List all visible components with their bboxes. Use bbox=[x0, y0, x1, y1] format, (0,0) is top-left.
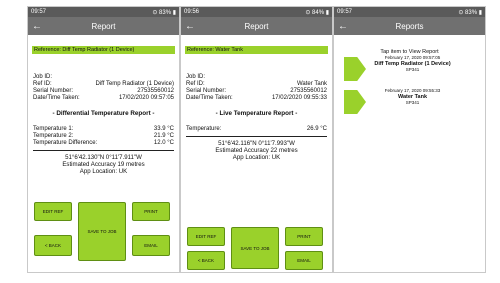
temp-label: Temperature 2: bbox=[33, 133, 74, 139]
edit-ref-button[interactable]: EDIT REF bbox=[34, 202, 72, 221]
back-arrow-icon[interactable]: ← bbox=[30, 21, 44, 32]
temp-value: 26.9 °C bbox=[306, 126, 327, 132]
field-value: Water Tank bbox=[296, 81, 327, 87]
temp-label: Temperature 1: bbox=[33, 126, 74, 132]
field-row: Ref ID: Water Tank bbox=[186, 81, 327, 88]
save-to-job-button[interactable]: SAVE TO JOB bbox=[78, 202, 126, 261]
page-title: Report bbox=[244, 21, 269, 31]
field-row: Serial Number: 27535560012 bbox=[186, 88, 327, 95]
field-label: Serial Number: bbox=[33, 88, 74, 94]
email-button[interactable]: EMAIL bbox=[285, 251, 323, 270]
email-button[interactable]: EMAIL bbox=[132, 235, 170, 256]
report-code: SP341 bbox=[405, 100, 420, 105]
print-button[interactable]: PRINT bbox=[285, 227, 323, 246]
status-bar: 09:57 ⊙ 83% ▮ bbox=[334, 7, 485, 17]
temperature-readings: Temperature: 26.9 °C bbox=[181, 126, 332, 133]
gps-accuracy: Estimated Accuracy 19 metres bbox=[62, 161, 145, 168]
status-battery: ⊙ 83% ▮ bbox=[152, 9, 176, 16]
report-code: SP341 bbox=[405, 67, 420, 72]
report-fields: Job ID: Ref ID: Water Tank Serial Number:… bbox=[181, 74, 332, 102]
field-value: 17/02/2020 09:57:05 bbox=[118, 95, 174, 101]
temp-label: Temperature: bbox=[186, 126, 222, 132]
field-label: Serial Number: bbox=[186, 88, 227, 94]
temp-value: 21.9 °C bbox=[153, 133, 174, 139]
field-label: Job ID: bbox=[186, 74, 206, 80]
field-row: Job ID: bbox=[186, 74, 327, 81]
page-title: Reports bbox=[395, 21, 424, 31]
report-fields: Job ID: Ref ID: Diff Temp Radiator (1 Dev… bbox=[28, 74, 179, 102]
field-value: Diff Temp Radiator (1 Device) bbox=[95, 81, 174, 87]
status-bar: 09:57 ⊙ 83% ▮ bbox=[28, 7, 179, 17]
status-bar: 09:56 ⊙ 84% ▮ bbox=[181, 7, 332, 17]
gps-accuracy: Estimated Accuracy 22 metres bbox=[215, 147, 298, 154]
divider bbox=[186, 136, 327, 137]
temp-row: Temperature Difference: 12.0 °C bbox=[33, 140, 174, 147]
report-heading: - Differential Temperature Report - bbox=[52, 110, 155, 117]
edit-ref-button[interactable]: EDIT REF bbox=[187, 227, 225, 246]
phone-report-diff-temp: 09:57 ⊙ 83% ▮ ← Report Reference: Diff T… bbox=[27, 6, 180, 273]
temp-value: 33.9 °C bbox=[153, 126, 174, 132]
gps-coordinates: 51°6'42.116"N 0°11'7.993"W bbox=[218, 140, 295, 147]
app-bar: ← Report bbox=[181, 17, 332, 35]
status-time: 09:56 bbox=[184, 9, 200, 15]
gps-coordinates: 51°6'42.130"N 0°11'7.911"W bbox=[65, 154, 142, 161]
status-time: 09:57 bbox=[31, 9, 47, 15]
report-list-item[interactable]: February 17, 2020 09:57:05 Diff Temp Rad… bbox=[344, 55, 481, 81]
status-battery: ⊙ 83% ▮ bbox=[458, 9, 482, 16]
field-value: 27535560012 bbox=[137, 88, 174, 94]
app-location: App Location: UK bbox=[232, 154, 281, 161]
phone-reports-list: 09:57 ⊙ 83% ▮ ← Reports Tap item to View… bbox=[333, 6, 486, 273]
report-item-text: February 17, 2020 09:57:05 Diff Temp Rad… bbox=[344, 55, 481, 73]
report-list-item[interactable]: February 17, 2020 09:55:33 Water Tank SP… bbox=[344, 88, 481, 114]
print-button[interactable]: PRINT bbox=[132, 202, 170, 221]
temp-row: Temperature: 26.9 °C bbox=[186, 126, 327, 133]
temp-label: Temperature Difference: bbox=[33, 140, 98, 146]
field-row: Date/Time Taken: 17/02/2020 09:57:05 bbox=[33, 95, 174, 102]
field-label: Ref ID: bbox=[186, 81, 205, 87]
field-value: 27535560012 bbox=[290, 88, 327, 94]
field-label: Ref ID: bbox=[33, 81, 52, 87]
field-value: 17/02/2020 09:55:33 bbox=[271, 95, 327, 101]
status-time: 09:57 bbox=[337, 9, 353, 15]
field-row: Serial Number: 27535560012 bbox=[33, 88, 174, 95]
field-row: Ref ID: Diff Temp Radiator (1 Device) bbox=[33, 81, 174, 88]
back-arrow-icon[interactable]: ← bbox=[336, 21, 350, 32]
report-heading: - Live Temperature Report - bbox=[215, 110, 298, 117]
report-item-text: February 17, 2020 09:55:33 Water Tank SP… bbox=[344, 88, 481, 106]
back-button[interactable]: < BACK bbox=[187, 251, 225, 270]
reference-bar: Reference: Diff Temp Radiator (1 Device) bbox=[32, 46, 175, 54]
temp-value: 12.0 °C bbox=[153, 140, 174, 146]
app-location: App Location: UK bbox=[79, 168, 128, 175]
save-to-job-button[interactable]: SAVE TO JOB bbox=[231, 227, 279, 269]
field-row: Job ID: bbox=[33, 74, 174, 81]
temp-row: Temperature 1: 33.9 °C bbox=[33, 126, 174, 133]
field-label: Date/Time Taken: bbox=[186, 95, 233, 101]
temperature-readings: Temperature 1: 33.9 °C Temperature 2: 21.9… bbox=[28, 126, 179, 147]
field-label: Job ID: bbox=[33, 74, 53, 80]
app-bar: ← Report bbox=[28, 17, 179, 35]
back-button[interactable]: < BACK bbox=[34, 235, 72, 256]
status-battery: ⊙ 84% ▮ bbox=[305, 9, 329, 16]
field-label: Date/Time Taken: bbox=[33, 95, 80, 101]
field-row: Date/Time Taken: 17/02/2020 09:55:33 bbox=[186, 95, 327, 102]
page-title: Report bbox=[91, 21, 116, 31]
back-arrow-icon[interactable]: ← bbox=[183, 21, 197, 32]
reference-bar: Reference: Water Tank bbox=[185, 46, 328, 54]
temp-row: Temperature 2: 21.9 °C bbox=[33, 133, 174, 140]
app-bar: ← Reports bbox=[334, 17, 485, 35]
phone-report-water-tank: 09:56 ⊙ 84% ▮ ← Report Reference: Water … bbox=[180, 6, 333, 273]
divider bbox=[33, 150, 174, 151]
